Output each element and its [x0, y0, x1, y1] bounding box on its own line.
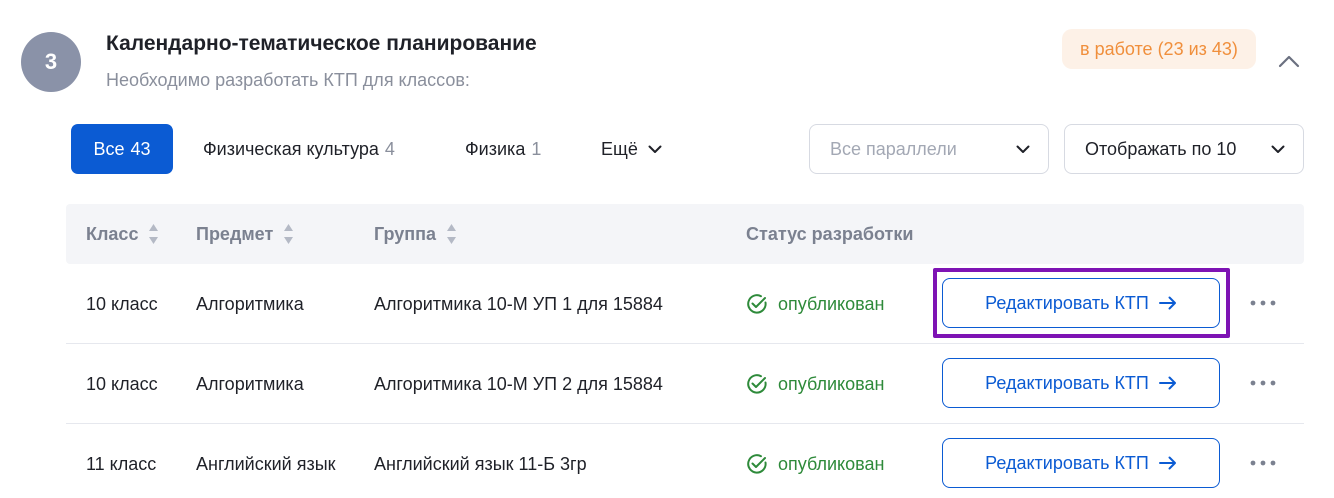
check-circle-icon [747, 374, 767, 394]
tab-physical-education[interactable]: Физическая культура 4 [203, 124, 395, 174]
tab-label: Физика [465, 138, 526, 159]
parallels-select[interactable]: Все параллели [809, 124, 1049, 174]
column-header-status: Статус разработки [746, 204, 913, 264]
cell-class: 10 класс [86, 293, 158, 314]
cell-status: опубликован [746, 424, 884, 498]
table-row: 10 класс Алгоритмика Алгоритмика 10-М УП… [66, 264, 1304, 344]
tab-label: Все [93, 138, 125, 159]
sort-icon[interactable] [148, 223, 159, 245]
tab-count: 4 [384, 138, 395, 159]
parallels-select-placeholder: Все параллели [830, 138, 957, 159]
chevron-down-icon [1016, 145, 1030, 153]
check-circle-icon [747, 454, 767, 474]
edit-ktp-button-label: Редактировать КТП [985, 452, 1149, 473]
table-row: 10 класс Алгоритмика Алгоритмика 10-М УП… [66, 344, 1304, 424]
edit-ktp-button-label: Редактировать КТП [985, 372, 1149, 393]
step-number-badge: 3 [21, 32, 81, 92]
cell-group: Алгоритмика 10-М УП 1 для 15884 [374, 293, 663, 314]
more-horizontal-icon [1250, 460, 1276, 466]
tab-all[interactable]: Все 43 [71, 124, 173, 174]
cell-subject: Алгоритмика [196, 293, 304, 314]
cell-class: 10 класс [86, 373, 158, 394]
status-text: опубликован [778, 373, 885, 394]
cell-subject: Алгоритмика [196, 373, 304, 394]
table-header: Класс Предмет Группа Статус разработки [66, 204, 1304, 264]
column-header-class[interactable]: Класс [86, 204, 159, 264]
more-options-button[interactable] [1248, 288, 1278, 318]
more-options-button[interactable] [1248, 448, 1278, 478]
edit-ktp-button[interactable]: Редактировать КТП [942, 438, 1220, 488]
edit-ktp-button-label: Редактировать КТП [985, 292, 1149, 313]
tab-label: Физическая культура [203, 138, 379, 159]
tab-more[interactable]: Ещё [601, 124, 662, 174]
column-header-group[interactable]: Группа [374, 204, 457, 264]
check-circle-icon [747, 294, 767, 314]
chevron-down-icon [1271, 145, 1285, 153]
arrow-right-icon [1158, 296, 1176, 310]
cell-status: опубликован [746, 344, 884, 424]
table-row: 11 класс Английский язык Английский язык… [66, 424, 1304, 498]
cell-status: опубликован [746, 264, 884, 344]
tab-count: 1 [531, 138, 542, 159]
cell-group: Английский язык 11-Б 3гр [374, 453, 587, 474]
cell-class: 11 класс [86, 453, 157, 474]
more-options-button[interactable] [1248, 368, 1278, 398]
cell-subject: Английский язык [196, 453, 336, 474]
edit-ktp-button[interactable]: Редактировать КТП [942, 278, 1220, 328]
column-header-subject[interactable]: Предмет [196, 204, 294, 264]
chevron-down-icon [648, 145, 662, 153]
arrow-right-icon [1158, 456, 1176, 470]
status-text: опубликован [778, 453, 885, 474]
column-header-label: Группа [374, 223, 437, 244]
tab-physics[interactable]: Физика 1 [465, 124, 541, 174]
sort-icon[interactable] [446, 223, 457, 245]
status-text: опубликован [778, 293, 885, 314]
edit-ktp-button[interactable]: Редактировать КТП [942, 358, 1220, 408]
tab-count: 43 [130, 138, 151, 159]
tab-label: Ещё [601, 138, 638, 159]
more-horizontal-icon [1250, 380, 1276, 386]
column-header-label: Статус разработки [746, 223, 914, 244]
chevron-up-icon[interactable] [1276, 50, 1302, 72]
arrow-right-icon [1158, 376, 1176, 390]
per-page-select-value: Отображать по 10 [1085, 138, 1237, 159]
more-horizontal-icon [1250, 300, 1276, 306]
column-header-label: Предмет [196, 223, 274, 244]
column-header-label: Класс [86, 223, 139, 244]
cell-group: Алгоритмика 10-М УП 2 для 15884 [374, 373, 663, 394]
per-page-select[interactable]: Отображать по 10 [1064, 124, 1304, 174]
sort-icon[interactable] [283, 223, 294, 245]
section-title: Календарно-тематическое планирование [106, 32, 537, 55]
section-subtitle: Необходимо разработать КТП для классов: [106, 70, 470, 90]
status-badge: в работе (23 из 43) [1062, 29, 1256, 69]
